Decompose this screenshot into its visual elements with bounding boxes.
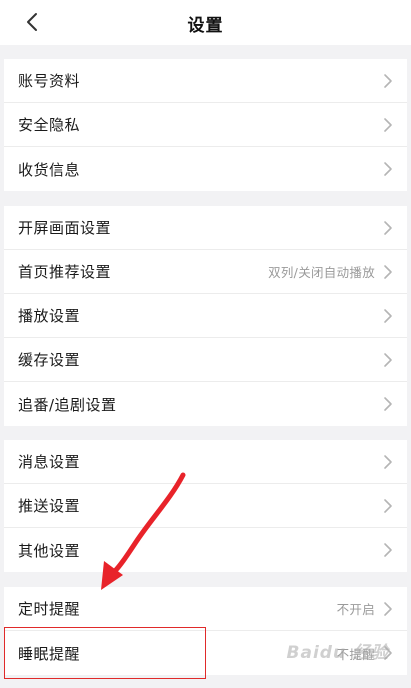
- settings-row-follow-series[interactable]: 追番/追剧设置: [4, 382, 407, 426]
- chevron-right-icon: [384, 162, 392, 176]
- chevron-right-icon: [384, 397, 392, 411]
- row-label: 开屏画面设置: [18, 219, 112, 237]
- settings-row-push[interactable]: 推送设置: [4, 484, 407, 528]
- row-label: 其他设置: [18, 541, 81, 560]
- chevron-right-icon: [384, 265, 392, 279]
- settings-row-home-recommend[interactable]: 首页推荐设置 双列/关闭自动播放: [4, 250, 407, 294]
- chevron-right-icon: [384, 543, 392, 557]
- row-label: 首页推荐设置: [18, 263, 112, 281]
- settings-row-security-privacy[interactable]: 安全隐私: [4, 103, 407, 147]
- row-label: 定时提醒: [18, 600, 81, 618]
- chevron-right-icon: [384, 602, 392, 616]
- settings-row-timed-reminder[interactable]: 定时提醒 不开启: [4, 587, 407, 631]
- row-label: 睡眠提醒: [18, 644, 81, 663]
- chevron-right-icon: [384, 74, 392, 88]
- settings-group-account: 账号资料 安全隐私 收货信息: [4, 59, 407, 191]
- page-title: 设置: [187, 16, 224, 36]
- settings-row-shipping-info[interactable]: 收货信息: [4, 147, 407, 191]
- watermark: Baidu 经验: [286, 643, 389, 663]
- bottom-strip: [0, 680, 411, 688]
- settings-page: 设置 账号资料 安全隐私 收货信息 开屏画面设置 首页推荐设置 双列/关闭自动播…: [0, 0, 411, 688]
- row-label: 缓存设置: [18, 351, 81, 369]
- chevron-right-icon: [384, 499, 392, 513]
- chevron-right-icon: [384, 118, 392, 132]
- chevron-right-icon: [384, 455, 392, 469]
- chevron-right-icon: [384, 309, 392, 323]
- row-label: 账号资料: [18, 72, 81, 90]
- settings-row-message[interactable]: 消息设置: [4, 440, 407, 484]
- settings-row-splash-screen[interactable]: 开屏画面设置: [4, 206, 407, 250]
- settings-group-notifications: 消息设置 推送设置 其他设置: [4, 440, 407, 572]
- row-label: 安全隐私: [18, 116, 81, 134]
- settings-group-playback: 开屏画面设置 首页推荐设置 双列/关闭自动播放 播放设置 缓存设置 追番/追剧设…: [4, 206, 407, 426]
- settings-row-cache[interactable]: 缓存设置: [4, 338, 407, 382]
- settings-row-other[interactable]: 其他设置: [4, 528, 407, 572]
- top-bar: 设置: [0, 0, 411, 45]
- row-value: 不开启: [336, 602, 375, 617]
- row-label: 消息设置: [18, 453, 81, 471]
- settings-row-account-profile[interactable]: 账号资料: [4, 59, 407, 103]
- row-label: 追番/追剧设置: [18, 395, 117, 414]
- row-label: 推送设置: [18, 497, 81, 515]
- settings-row-playback[interactable]: 播放设置: [4, 294, 407, 338]
- chevron-right-icon: [384, 221, 392, 235]
- row-value: 双列/关闭自动播放: [268, 265, 375, 280]
- row-label: 收货信息: [18, 160, 81, 179]
- chevron-right-icon: [384, 353, 392, 367]
- row-label: 播放设置: [18, 307, 81, 325]
